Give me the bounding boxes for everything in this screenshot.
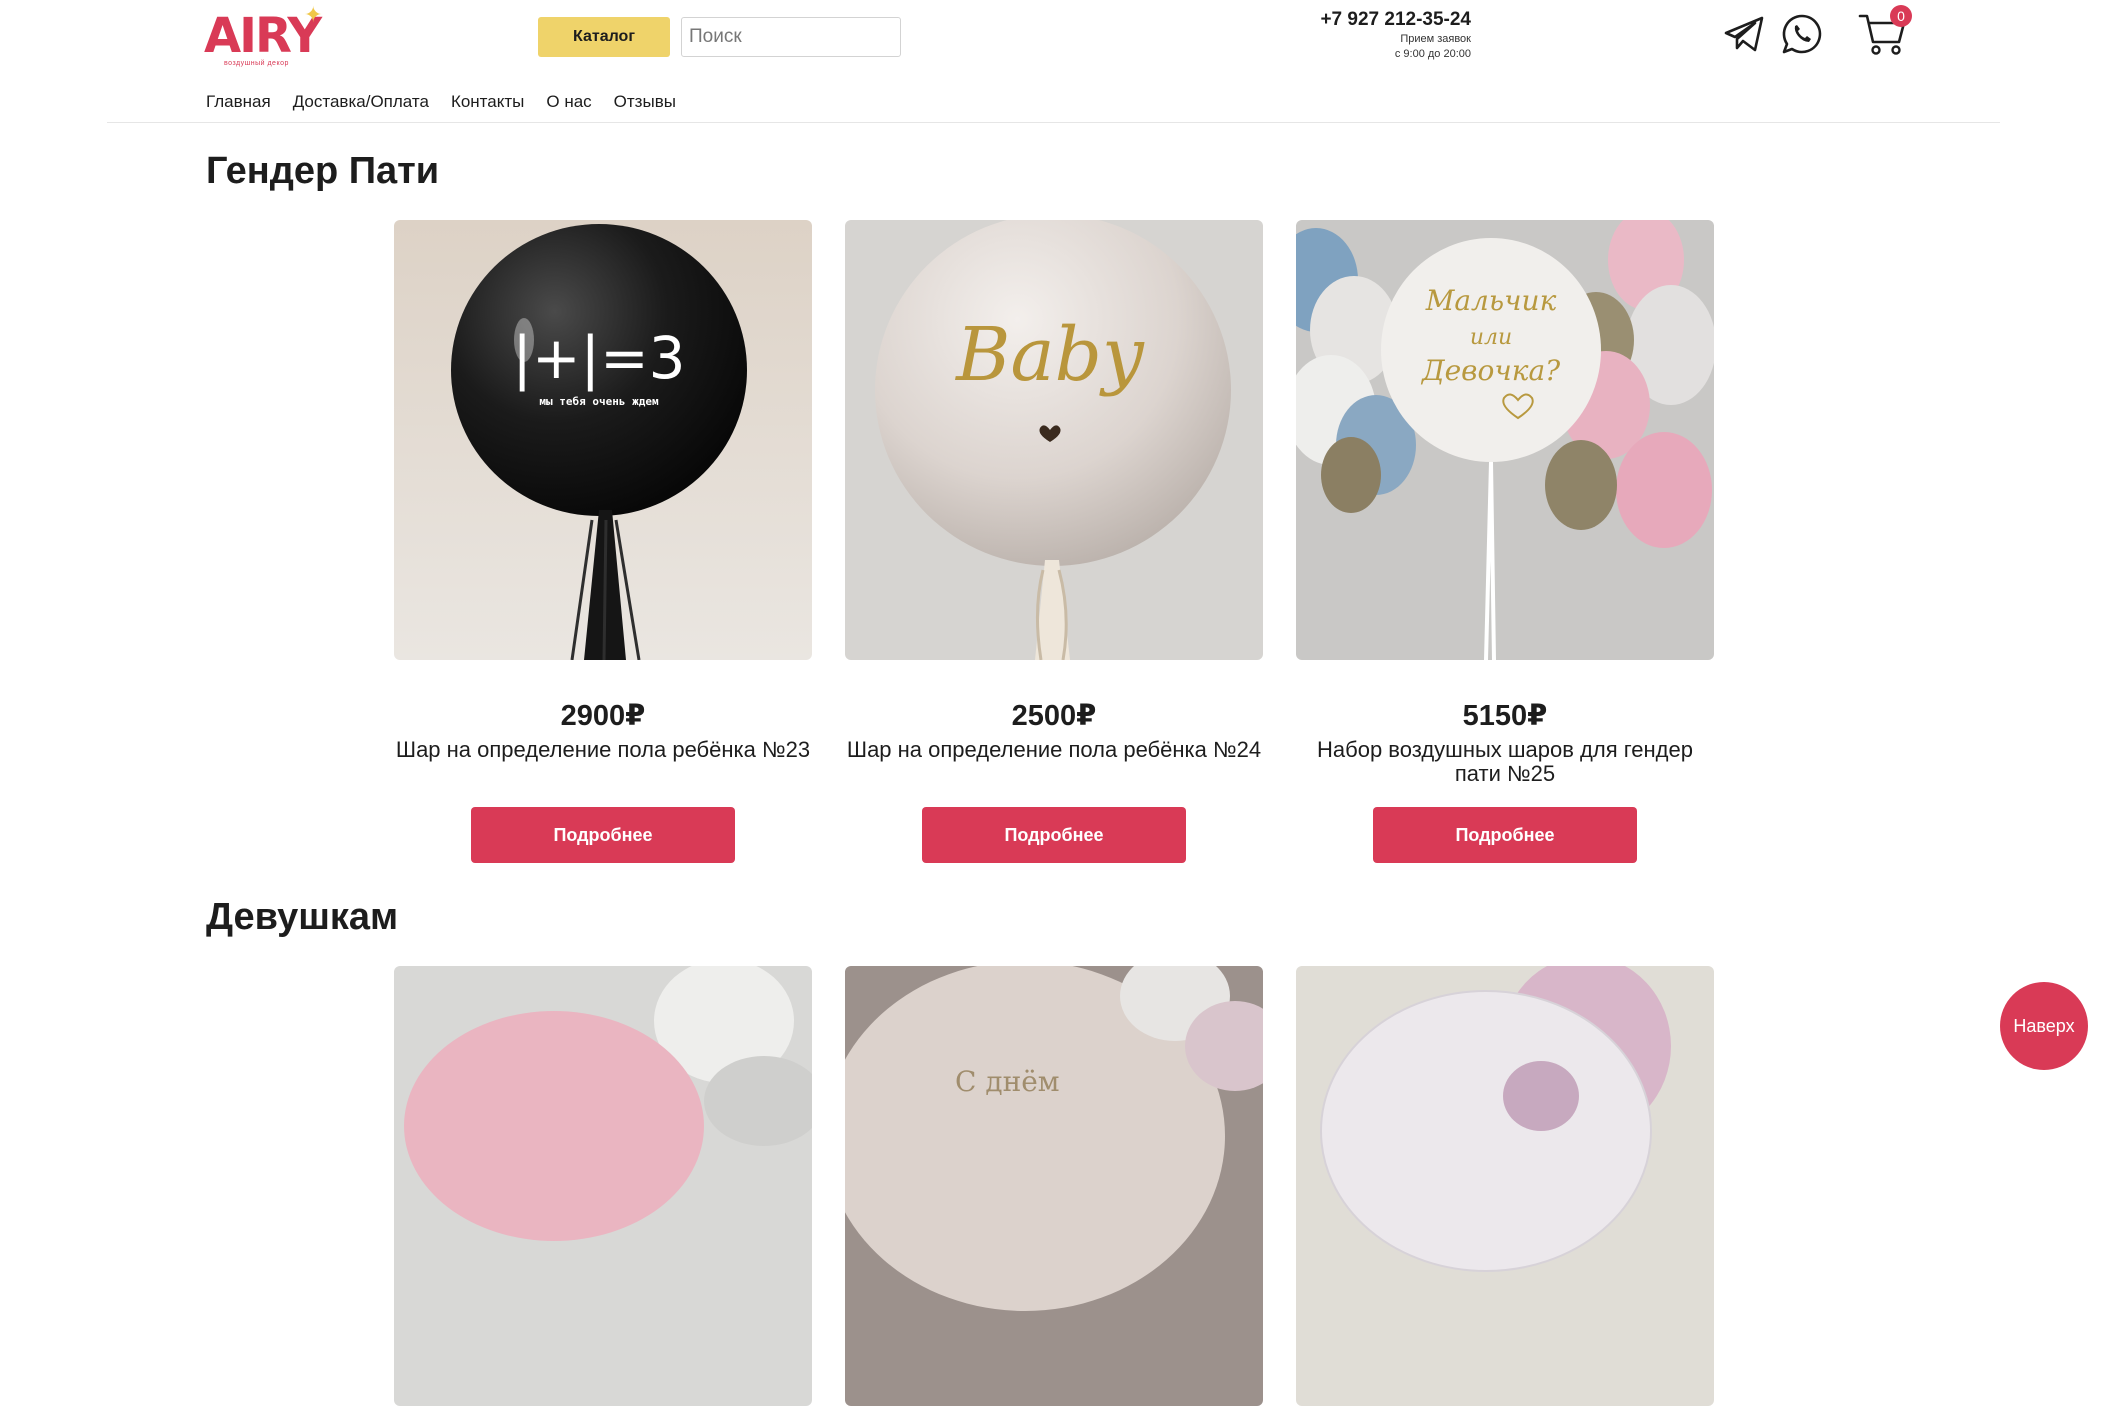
product-image[interactable] [1296, 966, 1714, 1406]
product-name[interactable]: Шар на определение пола ребёнка №23 [394, 738, 812, 762]
product-card: |+|=3 мы тебя очень ждем 2900₽ Шар на оп… [394, 220, 812, 863]
product-card [394, 966, 812, 1406]
hours-label: Прием заявок [1400, 33, 1471, 45]
whatsapp-icon[interactable] [1780, 12, 1824, 56]
telegram-icon[interactable] [1722, 12, 1766, 56]
catalog-button[interactable]: Каталог [538, 17, 670, 57]
search-input[interactable] [681, 17, 901, 57]
balloon-text: С днём [955, 1065, 1060, 1098]
product-image[interactable]: Baby [845, 220, 1263, 660]
product-name[interactable]: Набор воздушных шаров для гендер пати №2… [1296, 738, 1714, 786]
nav-reviews[interactable]: Отзывы [614, 92, 676, 112]
product-image[interactable] [394, 966, 812, 1406]
nav-delivery[interactable]: Доставка/Оплата [293, 92, 429, 112]
balloon-baby-text: Baby [954, 312, 1145, 398]
product-price: 5150₽ [1462, 700, 1548, 732]
sparkle-icon: ✦ [304, 2, 323, 27]
balloon-text-line3: Девочка? [1420, 354, 1561, 387]
header-divider [107, 122, 2000, 123]
scroll-to-top-button[interactable]: Наверх [2000, 982, 2088, 1070]
section-title-for-girls: Девушкам [206, 896, 399, 938]
product-price: 2900₽ [560, 700, 646, 732]
product-card: Baby 2500₽ Шар на определение пола ребён… [845, 220, 1263, 863]
details-button[interactable]: Подробнее [1373, 807, 1637, 863]
balloon-caption-text: мы тебя очень ждем [539, 395, 659, 408]
nav-contacts[interactable]: Контакты [451, 92, 524, 112]
balloon-text-line2: или [1470, 325, 1512, 350]
product-card [1296, 966, 1714, 1406]
hours-time: с 9:00 до 20:00 [1394, 48, 1471, 60]
main-nav: Главная Доставка/Оплата Контакты О нас О… [206, 92, 676, 112]
product-image[interactable]: С днём [845, 966, 1263, 1406]
product-card: Мальчик или Девочка? 5150₽ Набор воздушн… [1296, 220, 1714, 863]
balloon-text-line1: Мальчик [1425, 284, 1557, 317]
logo-subtitle: воздушный декор [224, 60, 289, 67]
details-button[interactable]: Подробнее [471, 807, 735, 863]
phone-number[interactable]: +7 927 212-35-24 [1320, 9, 1471, 31]
logo[interactable]: AIRY ✦ воздушный декор [204, 2, 328, 72]
product-image[interactable]: |+|=3 мы тебя очень ждем [394, 220, 812, 660]
nav-home[interactable]: Главная [206, 92, 271, 112]
product-card: С днём [845, 966, 1263, 1406]
balloon-equation-text: |+|=3 [512, 324, 685, 392]
details-button[interactable]: Подробнее [922, 807, 1186, 863]
nav-about[interactable]: О нас [546, 92, 591, 112]
product-price: 2500₽ [1011, 700, 1097, 732]
section-title-gender-party: Гендер Пати [206, 150, 440, 192]
product-image[interactable]: Мальчик или Девочка? [1296, 220, 1714, 660]
logo-text: AIRY [204, 8, 322, 64]
cart-count-badge: 0 [1890, 5, 1912, 27]
product-name[interactable]: Шар на определение пола ребёнка №24 [845, 738, 1263, 762]
site-header: AIRY ✦ воздушный декор Каталог +7 927 21… [0, 0, 2102, 124]
